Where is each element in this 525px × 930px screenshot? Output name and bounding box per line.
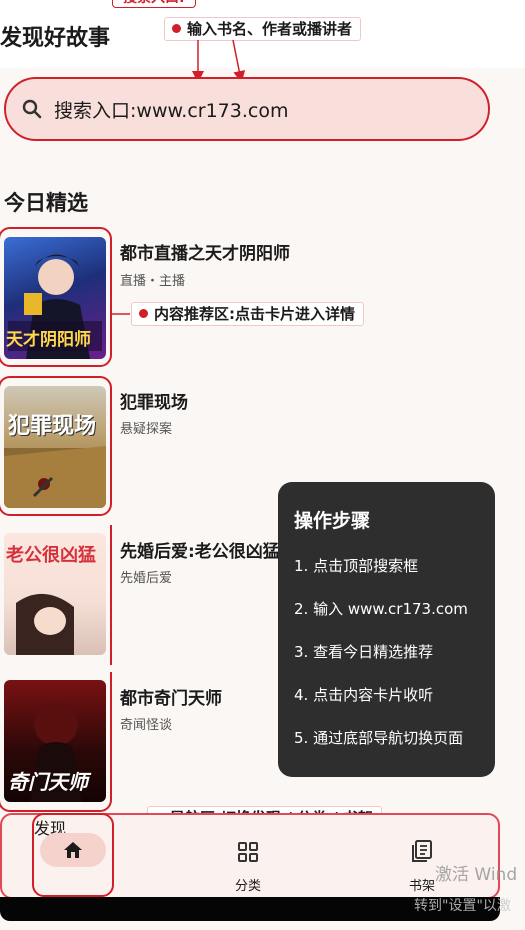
cover-title: 奇门天师 — [8, 770, 88, 794]
arrow-to-search-right — [232, 39, 246, 83]
book-title: 先婚后爱:老公很凶猛 — [120, 542, 280, 562]
content-callout-text: 内容推荐区:点击卡片进入详情 — [154, 305, 355, 323]
nav-label: 分类 — [234, 879, 261, 894]
step-item: 3. 查看今日精选推荐 — [294, 643, 434, 661]
book-title: 都市直播之天才阴阳师 — [120, 244, 290, 264]
callout-dot — [139, 309, 148, 318]
bottom-navigation: 发现 分类 书架 — [0, 813, 500, 899]
cover-art — [4, 446, 106, 508]
book-cover[interactable]: 天才阴阳师 — [4, 237, 106, 359]
cover-frame: 老公很凶猛 — [0, 525, 112, 665]
book-tag: 先婚后爱 — [120, 571, 173, 586]
cover-frame: 天才阴阳师 — [0, 227, 112, 367]
nav-item-discover[interactable]: 发现 — [32, 813, 114, 897]
book-cover[interactable]: 犯罪现场 — [4, 386, 106, 508]
grid-icon — [238, 842, 258, 862]
nav-item-bookshelf[interactable]: 书架 — [394, 815, 450, 899]
search-text: 搜索入口:www.cr173.com — [54, 99, 289, 122]
book-card[interactable]: 天才阴阳师 都市直播之天才阴阳师 直播・主播 — [0, 227, 525, 367]
search-input[interactable]: 搜索入口:www.cr173.com — [4, 77, 490, 141]
book-title: 犯罪现场 — [120, 393, 188, 413]
steps-panel: 操作步骤 1. 点击顶部搜索框 2. 输入 www.cr173.com 3. 查… — [278, 482, 495, 777]
cover-frame: 犯罪现场 — [0, 376, 112, 516]
book-cover[interactable]: 老公很凶猛 — [4, 533, 106, 655]
book-tag: 直播・主播 — [120, 274, 186, 289]
home-icon — [64, 842, 82, 858]
content-callout: 内容推荐区:点击卡片进入详情 — [131, 302, 364, 326]
step-item: 5. 通过底部导航切换页面 — [294, 729, 464, 747]
cover-title: 老公很凶猛 — [6, 545, 96, 566]
section-title: 今日精选 — [4, 191, 88, 215]
activation-watermark: 激活 Wind — [435, 865, 518, 885]
search-icon — [22, 99, 42, 119]
book-cover[interactable]: 奇门天师 — [4, 680, 106, 802]
book-title: 都市奇门天师 — [120, 689, 222, 709]
nav-item-category[interactable]: 分类 — [220, 815, 276, 899]
step-item: 2. 输入 www.cr173.com — [294, 600, 468, 618]
cover-title: 犯罪现场 — [8, 414, 97, 439]
book-tag: 奇闻怪谈 — [120, 718, 173, 733]
step-item: 4. 点击内容卡片收听 — [294, 686, 434, 704]
steps-title: 操作步骤 — [294, 510, 371, 532]
activation-watermark-sub: 转到"设置"以激 — [414, 898, 511, 914]
step-item: 1. 点击顶部搜索框 — [294, 557, 419, 575]
cover-frame: 奇门天师 — [0, 672, 112, 812]
cover-title: 天才阴阳师 — [6, 330, 91, 350]
bookshelf-icon — [412, 840, 432, 862]
book-tag: 悬疑探案 — [120, 422, 173, 437]
